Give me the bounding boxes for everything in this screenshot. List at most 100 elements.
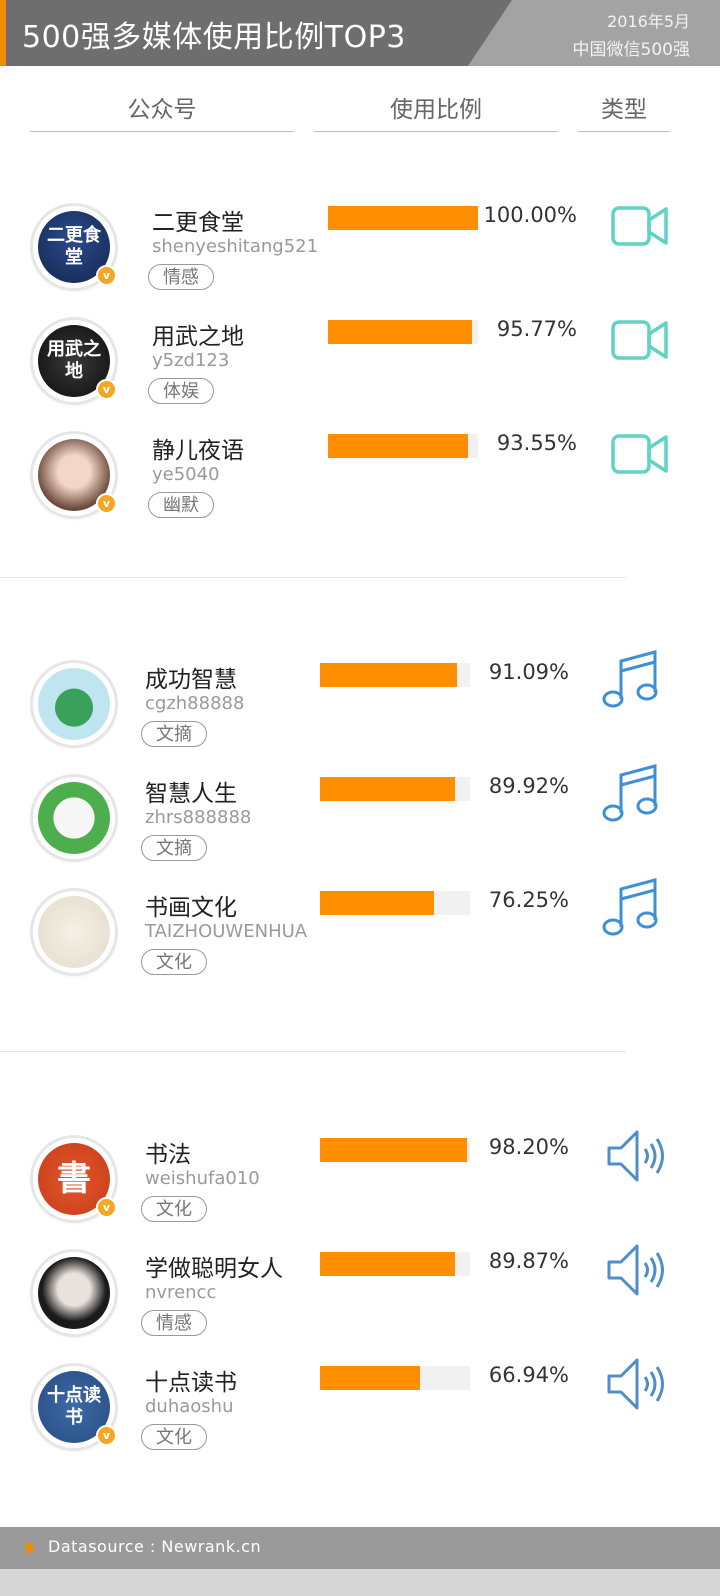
account-name[interactable]: 学做聪明女人 <box>145 1249 283 1283</box>
list-item[interactable]: 十点读书 v 十点读书 duhaoshu 文化 66.94% <box>0 1358 720 1468</box>
data-label: 66.94% <box>488 1363 569 1387</box>
list-item[interactable]: 书画文化 TAIZHOUWENHUA 文化 76.25% <box>0 878 720 993</box>
bar <box>320 1252 455 1276</box>
video-icon <box>610 317 670 367</box>
list-item[interactable]: 書 v 书法 weishufa010 文化 98.20% <box>0 1130 720 1240</box>
avatar-image <box>38 1257 110 1329</box>
bar <box>328 434 468 458</box>
avatar[interactable]: 書v <box>33 1138 117 1220</box>
speaker-icon <box>606 1240 666 1304</box>
video-icon <box>610 431 670 481</box>
header-date: 2016年5月 <box>607 12 690 31</box>
verified-badge-icon: v <box>96 1197 117 1218</box>
music-icon <box>600 647 662 715</box>
avatar[interactable]: v <box>33 434 117 516</box>
avatar[interactable]: 二更食堂 v <box>33 206 117 288</box>
category-tag: 文化 <box>141 1196 207 1222</box>
data-label: 91.09% <box>488 660 569 684</box>
avatar[interactable] <box>33 891 115 973</box>
avatar-image <box>38 668 110 740</box>
speaker-icon <box>606 1354 666 1418</box>
video-icon <box>610 203 670 253</box>
music-icon <box>600 761 662 829</box>
avatar[interactable] <box>33 777 115 859</box>
column-header-ratio: 使用比例 <box>390 97 482 123</box>
list-item[interactable]: v 静儿夜语 ye5040 幽默 93.55% <box>0 426 720 536</box>
verified-badge-icon: v <box>96 379 117 400</box>
category-tag: 体娱 <box>148 378 214 404</box>
data-source: Datasource : Newrank.cn <box>48 1537 262 1556</box>
bar-track <box>328 206 478 230</box>
music-icon <box>600 875 662 943</box>
header-wedge <box>468 0 512 66</box>
category-tag: 情感 <box>141 1310 207 1336</box>
header-subtitle: 中国微信500强 <box>572 40 690 60</box>
bar-track <box>328 320 478 344</box>
category-tag: 文摘 <box>141 835 207 861</box>
column-header-account: 公众号 <box>127 97 197 123</box>
footer: Datasource : Newrank.cn <box>0 1527 720 1596</box>
account-name[interactable]: 静儿夜语 <box>152 431 244 465</box>
account-id: y5zd123 <box>152 350 230 371</box>
bar-track <box>320 777 470 801</box>
account-id: zhrs888888 <box>145 807 252 828</box>
bar <box>328 206 478 230</box>
bar <box>320 777 455 801</box>
list-item[interactable]: 学做聪明女人 nvrencc 情感 89.87% <box>0 1244 720 1354</box>
verified-badge-icon: v <box>96 493 117 514</box>
account-name[interactable]: 成功智慧 <box>145 660 237 694</box>
avatar-image <box>38 782 110 854</box>
account-id: shenyeshitang521 <box>152 236 319 257</box>
bar <box>320 663 457 687</box>
bar <box>320 1366 420 1390</box>
account-id: ye5040 <box>152 464 220 485</box>
account-name[interactable]: 书法 <box>145 1135 191 1169</box>
bar <box>328 320 472 344</box>
avatar[interactable] <box>33 1252 115 1334</box>
verified-badge-icon: v <box>96 1425 117 1446</box>
header-banner: 500强多媒体使用比例TOP3 2016年5月 中国微信500强 <box>0 0 720 66</box>
data-label: 89.87% <box>488 1249 569 1273</box>
account-name[interactable]: 书画文化 <box>145 888 237 922</box>
data-label: 98.20% <box>488 1135 569 1159</box>
account-name[interactable]: 用武之地 <box>152 317 244 351</box>
avatar-image <box>38 896 110 968</box>
category-tag: 情感 <box>148 264 214 290</box>
verified-badge-icon: v <box>96 265 117 286</box>
bar-track <box>320 1138 470 1162</box>
avatar[interactable]: 十点读书 v <box>33 1366 117 1448</box>
data-label: 89.92% <box>488 774 569 798</box>
list-item[interactable]: 成功智慧 cgzh88888 文摘 91.09% <box>0 650 720 765</box>
list-item[interactable]: 二更食堂 v 二更食堂 shenyeshitang521 情感 100.00% <box>0 198 720 308</box>
column-underline-ratio <box>314 131 558 132</box>
list-item[interactable]: 用武之地 v 用武之地 y5zd123 体娱 95.77% <box>0 312 720 422</box>
data-label: 100.00% <box>483 203 577 227</box>
category-tag: 文化 <box>141 949 207 975</box>
category-tag: 文摘 <box>141 721 207 747</box>
data-label: 93.55% <box>496 431 577 455</box>
page-title: 500强多媒体使用比例TOP3 <box>22 20 406 55</box>
group-separator <box>0 1051 626 1052</box>
speaker-icon <box>606 1126 666 1190</box>
account-name[interactable]: 二更食堂 <box>152 203 244 237</box>
category-tag: 幽默 <box>148 492 214 518</box>
avatar[interactable]: 用武之地 v <box>33 320 117 402</box>
bar-track <box>320 1366 470 1390</box>
column-underline-type <box>578 131 670 132</box>
account-id: TAIZHOUWENHUA <box>145 921 308 942</box>
column-underline-account <box>30 131 294 132</box>
account-id: nvrencc <box>145 1282 217 1303</box>
bar <box>320 891 434 915</box>
account-name[interactable]: 智慧人生 <box>145 774 237 808</box>
bar-track <box>320 663 470 687</box>
avatar[interactable] <box>33 663 115 745</box>
bar-track <box>320 1252 470 1276</box>
group-separator <box>0 577 626 578</box>
list-item[interactable]: 智慧人生 zhrs888888 文摘 89.92% <box>0 764 720 879</box>
account-name[interactable]: 十点读书 <box>145 1363 237 1397</box>
play-triangle-icon <box>26 1541 36 1555</box>
column-header-type: 类型 <box>601 97 647 123</box>
header-accent-bar <box>0 0 6 66</box>
account-id: cgzh88888 <box>145 693 245 714</box>
account-id: duhaoshu <box>145 1396 234 1417</box>
